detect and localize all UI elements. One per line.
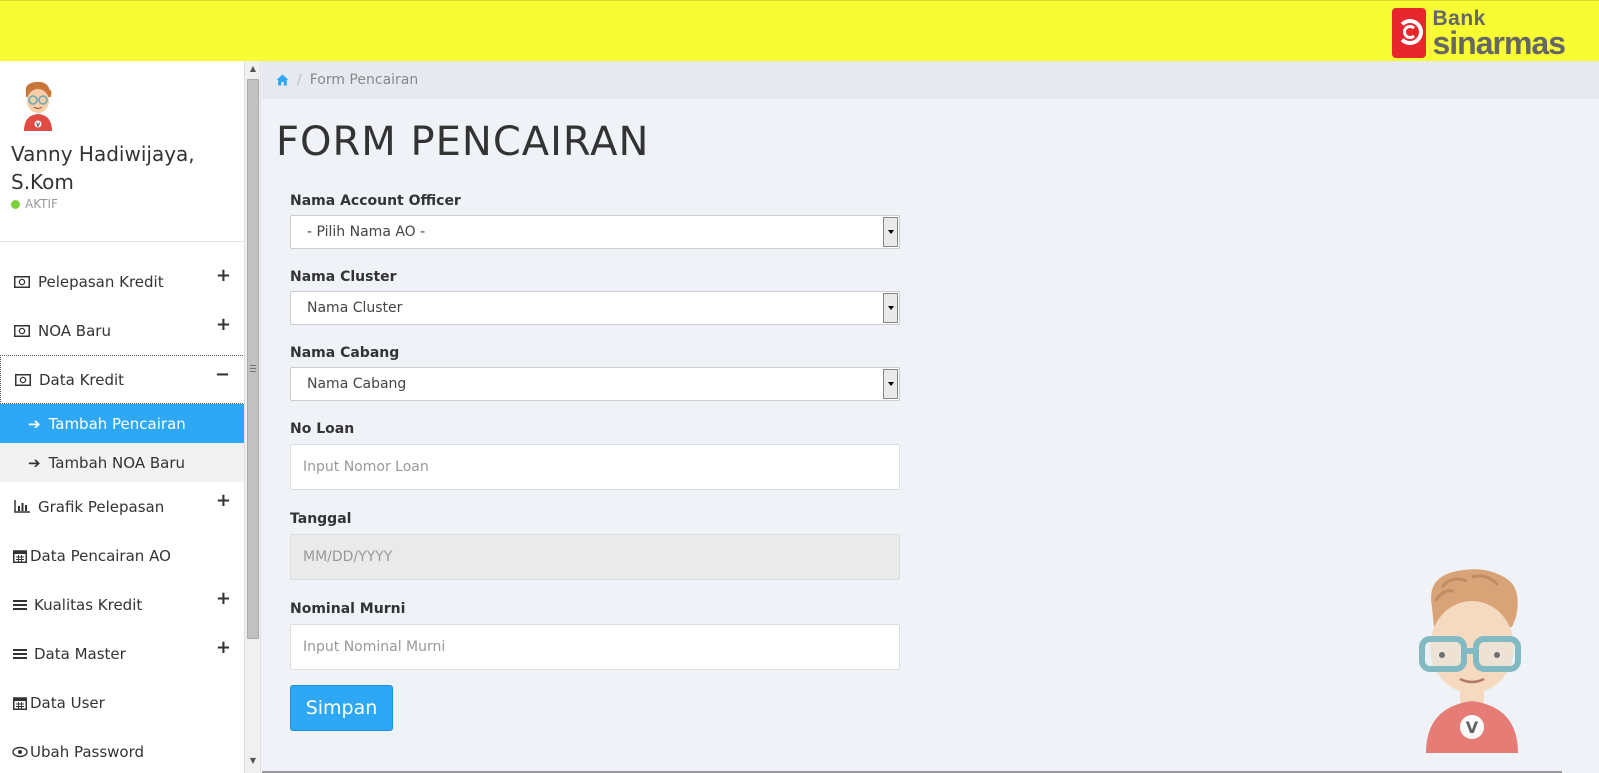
plus-icon[interactable]: + [216, 637, 231, 658]
breadcrumb-current: Form Pencairan [309, 72, 419, 88]
submenu-item-label: Tambah Pencairan [48, 414, 186, 433]
scroll-down-arrow-icon[interactable]: ▼ [245, 753, 261, 769]
nominal-label: Nominal Murni [290, 601, 406, 617]
arrow-right-icon: ➔ [28, 414, 41, 433]
pencairan-form: Nama Account Officer - Pilih Nama AO - N… [290, 191, 900, 731]
sidebar-item-label: Pelepasan Kredit [38, 272, 164, 291]
svg-text:V: V [36, 123, 40, 129]
mascot-illustration: V [1419, 569, 1521, 753]
sidebar-scrollbar[interactable]: ▲ ▼ [245, 61, 261, 773]
plus-icon[interactable]: + [216, 588, 231, 609]
plus-icon[interactable]: + [216, 314, 231, 335]
no-loan-input[interactable]: Input Nomor Loan [290, 444, 900, 490]
sidebar-item-label: Data Master [34, 644, 126, 663]
grip-icon [250, 365, 256, 372]
cabang-label: Nama Cabang [290, 345, 400, 361]
calendar-icon [12, 696, 28, 710]
sidebar-item-pelepasan-kredit[interactable]: Pelepasan Kredit + [0, 257, 244, 306]
list-icon [12, 648, 28, 660]
chevron-down-icon[interactable] [883, 369, 898, 399]
money-icon [13, 373, 33, 386]
tanggal-label: Tanggal [290, 511, 352, 527]
form-group-cluster: Nama Cluster Nama Cluster [290, 267, 900, 325]
sidebar: V Vanny Hadiwijaya, S.Kom AKTIF Pelepasa… [0, 61, 245, 773]
money-icon [12, 324, 32, 337]
sidebar-item-kualitas-kredit[interactable]: Kualitas Kredit + [0, 580, 244, 629]
page-title: FORM PENCAIRAN [276, 119, 650, 165]
eye-icon [12, 746, 28, 758]
avatar: V [24, 81, 52, 131]
simpan-button[interactable]: Simpan [290, 685, 393, 731]
tanggal-date-input[interactable]: MM/DD/YYYY [290, 534, 900, 580]
sidebar-item-label: Kualitas Kredit [34, 595, 143, 614]
cabang-value: Nama Cabang [307, 376, 407, 392]
cabang-select[interactable]: Nama Cabang [290, 367, 900, 401]
sidebar-item-label: Data Kredit [39, 370, 125, 389]
form-group-cabang: Nama Cabang Nama Cabang [290, 343, 900, 401]
sidebar-item-data-master[interactable]: Data Master + [0, 629, 244, 678]
arrow-right-icon: ➔ [28, 453, 41, 472]
bar-chart-icon [12, 500, 32, 513]
status-badge: AKTIF [11, 197, 58, 211]
account-officer-select[interactable]: - Pilih Nama AO - [290, 215, 900, 249]
status-label: AKTIF [25, 197, 58, 211]
user-profile: V Vanny Hadiwijaya, S.Kom AKTIF [0, 61, 244, 242]
plus-icon[interactable]: + [216, 490, 231, 511]
sidebar-item-data-kredit[interactable]: Data Kredit − [0, 355, 244, 404]
sidebar-item-noa-baru[interactable]: NOA Baru + [0, 306, 244, 355]
money-icon [12, 275, 32, 288]
sidebar-item-grafik-pelepasan[interactable]: Grafik Pelepasan + [0, 482, 244, 531]
svg-text:V: V [1466, 718, 1479, 737]
status-dot-icon [11, 199, 20, 209]
sidebar-item-data-user[interactable]: Data User [0, 678, 244, 727]
sidebar-item-ubah-password[interactable]: Ubah Password [0, 727, 244, 773]
submenu-item-tambah-pencairan[interactable]: ➔ Tambah Pencairan [0, 404, 244, 443]
breadcrumb-separator: / [297, 72, 302, 88]
breadcrumb: / Form Pencairan [262, 61, 1599, 99]
account-officer-value: - Pilih Nama AO - [307, 224, 426, 240]
minus-icon[interactable]: − [215, 364, 230, 385]
sidebar-item-data-pencairan-ao[interactable]: Data Pencairan AO [0, 531, 244, 580]
form-group-no-loan: No Loan Input Nomor Loan [290, 419, 900, 490]
scroll-up-arrow-icon[interactable]: ▲ [245, 61, 261, 77]
list-icon [12, 599, 28, 611]
plus-icon[interactable]: + [216, 265, 231, 286]
form-group-nominal: Nominal Murni Input Nominal Murni [290, 599, 900, 670]
chevron-down-icon[interactable] [883, 217, 898, 247]
submenu-item-label: Tambah NOA Baru [48, 453, 185, 472]
cluster-select[interactable]: Nama Cluster [290, 291, 900, 325]
chevron-down-icon[interactable] [883, 293, 898, 323]
data-kredit-submenu: ➔ Tambah Pencairan ➔ Tambah NOA Baru [0, 404, 244, 482]
account-officer-label: Nama Account Officer [290, 193, 461, 209]
cluster-value: Nama Cluster [307, 300, 403, 316]
user-name: Vanny Hadiwijaya, S.Kom [11, 142, 195, 194]
sidebar-item-label: NOA Baru [38, 321, 111, 340]
sidebar-item-label: Ubah Password [30, 742, 145, 761]
form-group-account-officer: Nama Account Officer - Pilih Nama AO - [290, 191, 900, 249]
sidebar-menu: Pelepasan Kredit + NOA Baru + Data Kredi… [0, 257, 244, 773]
no-loan-label: No Loan [290, 421, 355, 437]
nominal-input[interactable]: Input Nominal Murni [290, 624, 900, 670]
sinarmas-logo-icon [1392, 8, 1427, 58]
home-icon[interactable] [276, 74, 289, 86]
main-content: / Form Pencairan FORM PENCAIRAN Nama Acc… [262, 61, 1599, 773]
sidebar-item-label: Grafik Pelepasan [38, 497, 165, 516]
sidebar-item-label: Data User [30, 693, 105, 712]
submenu-item-tambah-noa-baru[interactable]: ➔ Tambah NOA Baru [0, 443, 244, 482]
cluster-label: Nama Cluster [290, 269, 397, 285]
logo-name-label: sinarmas [1432, 24, 1566, 61]
sidebar-item-label: Data Pencairan AO [30, 546, 171, 565]
bank-logo[interactable]: Bank sinarmas [1392, 8, 1566, 61]
calendar-icon [12, 549, 28, 563]
top-bar: Bank sinarmas [0, 0, 1599, 61]
form-group-tanggal: Tanggal MM/DD/YYYY [290, 509, 900, 580]
scrollbar-thumb[interactable] [247, 79, 259, 639]
